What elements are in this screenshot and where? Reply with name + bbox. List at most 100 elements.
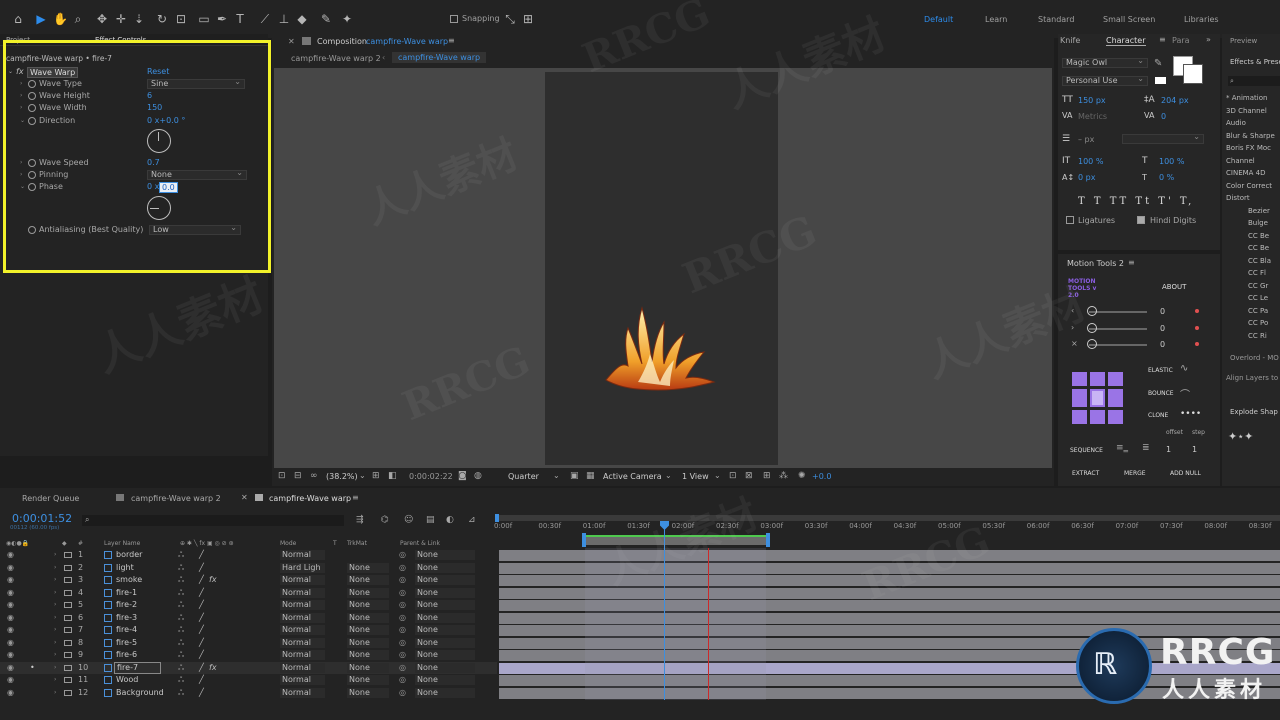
baseline-value[interactable]: 0 px xyxy=(1078,173,1095,182)
expand-arrow-icon[interactable]: › xyxy=(54,574,56,586)
pickwhip-icon[interactable]: ◎ xyxy=(399,649,406,661)
mode-dropdown[interactable]: Normal xyxy=(280,612,325,623)
parent-dropdown[interactable]: None xyxy=(415,587,475,598)
quality-switch-icon[interactable]: ╱ xyxy=(199,687,204,699)
trkmat-dropdown[interactable]: None xyxy=(347,612,389,623)
expand-arrow-icon[interactable]: › xyxy=(54,674,56,686)
mode-dropdown[interactable]: Normal xyxy=(280,550,325,560)
comp-tab-label[interactable]: Composition xyxy=(317,37,367,46)
shy-switch-icon[interactable]: ஃ xyxy=(178,562,184,574)
parent-dropdown[interactable]: None xyxy=(415,600,475,610)
home-icon[interactable]: ⌂ xyxy=(11,12,25,26)
layer-search-input[interactable]: ⌕ xyxy=(82,515,344,526)
label-color-icon[interactable] xyxy=(64,627,72,633)
bounce-button[interactable]: BOUNCE xyxy=(1148,390,1174,397)
table-row[interactable]: ◉ › 4 fire-1 ஃ ╱ Normal None ◎ None xyxy=(0,587,497,600)
work-area-start-handle[interactable] xyxy=(495,514,499,522)
current-time-value[interactable]: 0:00:02:22 xyxy=(409,472,453,481)
expand-arrow-icon[interactable]: › xyxy=(54,662,56,674)
timeline-icon[interactable]: ⊞ xyxy=(763,471,771,481)
quality-switch-icon[interactable]: ╱ xyxy=(199,624,204,636)
trkmat-dropdown[interactable]: None xyxy=(347,562,389,573)
list-item[interactable]: CC Pa xyxy=(1226,305,1280,318)
table-row[interactable]: ◉ • › 10 fire-7 ஃ ╱ fx Normal None ◎ None xyxy=(0,661,497,674)
quality-switch-icon[interactable]: ╱ xyxy=(199,599,204,611)
trkmat-dropdown[interactable]: None xyxy=(347,600,389,610)
layer-name[interactable]: smoke xyxy=(116,574,142,586)
keyframe-dot[interactable] xyxy=(1195,342,1199,346)
layer-name[interactable]: fire-5 xyxy=(116,637,137,649)
shy-switch-icon[interactable]: ஃ xyxy=(178,662,184,674)
pickwhip-icon[interactable]: ◎ xyxy=(399,562,406,574)
text-style-buttons[interactable]: T T TT Tt T' T, xyxy=(1078,196,1194,207)
parent-dropdown[interactable]: None xyxy=(415,650,475,660)
3d-glasses-icon[interactable]: ∞ xyxy=(310,471,318,481)
label-color-icon[interactable] xyxy=(64,677,72,683)
sequence-button[interactable]: SEQUENCE xyxy=(1070,447,1103,454)
table-row[interactable]: ◉ › 6 fire-3 ஃ ╱ Normal None ◎ None xyxy=(0,612,497,625)
quality-switch-icon[interactable]: ╱ xyxy=(199,587,204,599)
extract-button[interactable]: EXTRACT xyxy=(1072,470,1099,477)
quality-switch-icon[interactable]: ╱ xyxy=(199,549,204,561)
quality-switch-icon[interactable]: ╱ xyxy=(199,637,204,649)
frame-blending-icon[interactable]: ▤ xyxy=(426,515,435,525)
eye-icon[interactable]: ◉ xyxy=(7,687,14,699)
parent-dropdown[interactable]: None xyxy=(415,637,475,648)
expand-arrow-icon[interactable]: › xyxy=(54,599,56,611)
comp-mini-flowchart-icon[interactable]: ⇶ xyxy=(356,515,364,525)
tsume-value[interactable]: 0 % xyxy=(1159,173,1174,182)
pan-behind-icon[interactable]: ⊡ xyxy=(174,12,188,26)
expand-arrow-icon[interactable]: › xyxy=(54,549,56,561)
graph-editor-icon[interactable]: ⊿ xyxy=(468,515,476,525)
eye-icon[interactable]: ◉ xyxy=(7,574,14,586)
pickwhip-icon[interactable]: ◎ xyxy=(399,612,406,624)
rotate-tool-icon[interactable]: ↻ xyxy=(155,12,169,26)
range-start-handle[interactable] xyxy=(582,533,586,547)
mask-icon[interactable]: ◧ xyxy=(388,471,397,481)
eye-icon[interactable]: ◉ xyxy=(7,662,14,674)
exposure-value[interactable]: +0.0 xyxy=(812,472,831,481)
vertical-scale-value[interactable]: 100 % xyxy=(1078,157,1103,166)
panel-menu-icon[interactable]: ≡ xyxy=(352,493,359,502)
pickwhip-icon[interactable]: ◎ xyxy=(399,637,406,649)
hand-tool-icon[interactable]: ✋ xyxy=(53,12,68,26)
dolly-camera-icon[interactable]: ⇣ xyxy=(132,12,146,26)
mode-dropdown[interactable]: Normal xyxy=(280,650,325,660)
table-row[interactable]: ◉ › 9 fire-6 ஃ ╱ Normal None ◎ None xyxy=(0,649,497,662)
explode-stars-icon[interactable]: ✦⋆✦ xyxy=(1228,430,1253,443)
mode-dropdown[interactable]: Normal xyxy=(280,575,325,585)
snapping-checkbox[interactable] xyxy=(450,15,458,23)
views-dropdown[interactable]: 1 View xyxy=(682,472,709,481)
pickwhip-icon[interactable]: ◎ xyxy=(399,587,406,599)
quality-switch-icon[interactable]: ╱ xyxy=(199,612,204,624)
expand-arrow-icon[interactable]: › xyxy=(54,587,56,599)
fx-icon[interactable]: fx xyxy=(209,662,217,674)
tab-paragraph[interactable]: Para xyxy=(1172,36,1190,45)
font-size-value[interactable]: 150 px xyxy=(1078,96,1106,105)
table-row[interactable]: ◉ › 2 light ஃ ╱ Hard Ligh None ◎ None xyxy=(0,562,497,575)
eye-icon[interactable]: ◉ xyxy=(7,637,14,649)
parent-dropdown[interactable]: None xyxy=(415,562,475,573)
trkmat-dropdown[interactable]: None xyxy=(347,625,389,635)
slider-value-2[interactable]: 0 xyxy=(1160,324,1165,333)
about-button[interactable]: ABOUT xyxy=(1162,283,1186,291)
list-item[interactable]: 3D Channel xyxy=(1226,105,1280,118)
trkmat-dropdown[interactable]: None xyxy=(347,575,389,585)
list-item[interactable]: Bulge xyxy=(1226,217,1280,230)
comp-tab-name[interactable]: campfire-Wave warp xyxy=(366,37,448,46)
workspace-learn[interactable]: Learn xyxy=(985,15,1007,24)
trkmat-dropdown[interactable]: None xyxy=(347,687,389,698)
eraser-tool-icon[interactable]: ◆ xyxy=(295,12,309,26)
label-color-icon[interactable] xyxy=(64,577,72,583)
slider-value-1[interactable]: 0 xyxy=(1160,307,1165,316)
stroke-color-swatch[interactable] xyxy=(1183,64,1203,84)
tab-render-queue[interactable]: Render Queue xyxy=(22,494,79,503)
list-item[interactable]: CC Be xyxy=(1226,230,1280,243)
shy-switch-icon[interactable]: ஃ xyxy=(178,637,184,649)
close-icon[interactable]: ✕ xyxy=(241,493,248,502)
shy-switch-icon[interactable]: ஃ xyxy=(178,674,184,686)
workspace-default[interactable]: Default xyxy=(924,15,953,24)
hindi-digits-checkbox[interactable] xyxy=(1137,216,1145,224)
mode-dropdown[interactable]: Normal xyxy=(280,625,325,635)
tab-preview[interactable]: Preview xyxy=(1230,37,1257,45)
